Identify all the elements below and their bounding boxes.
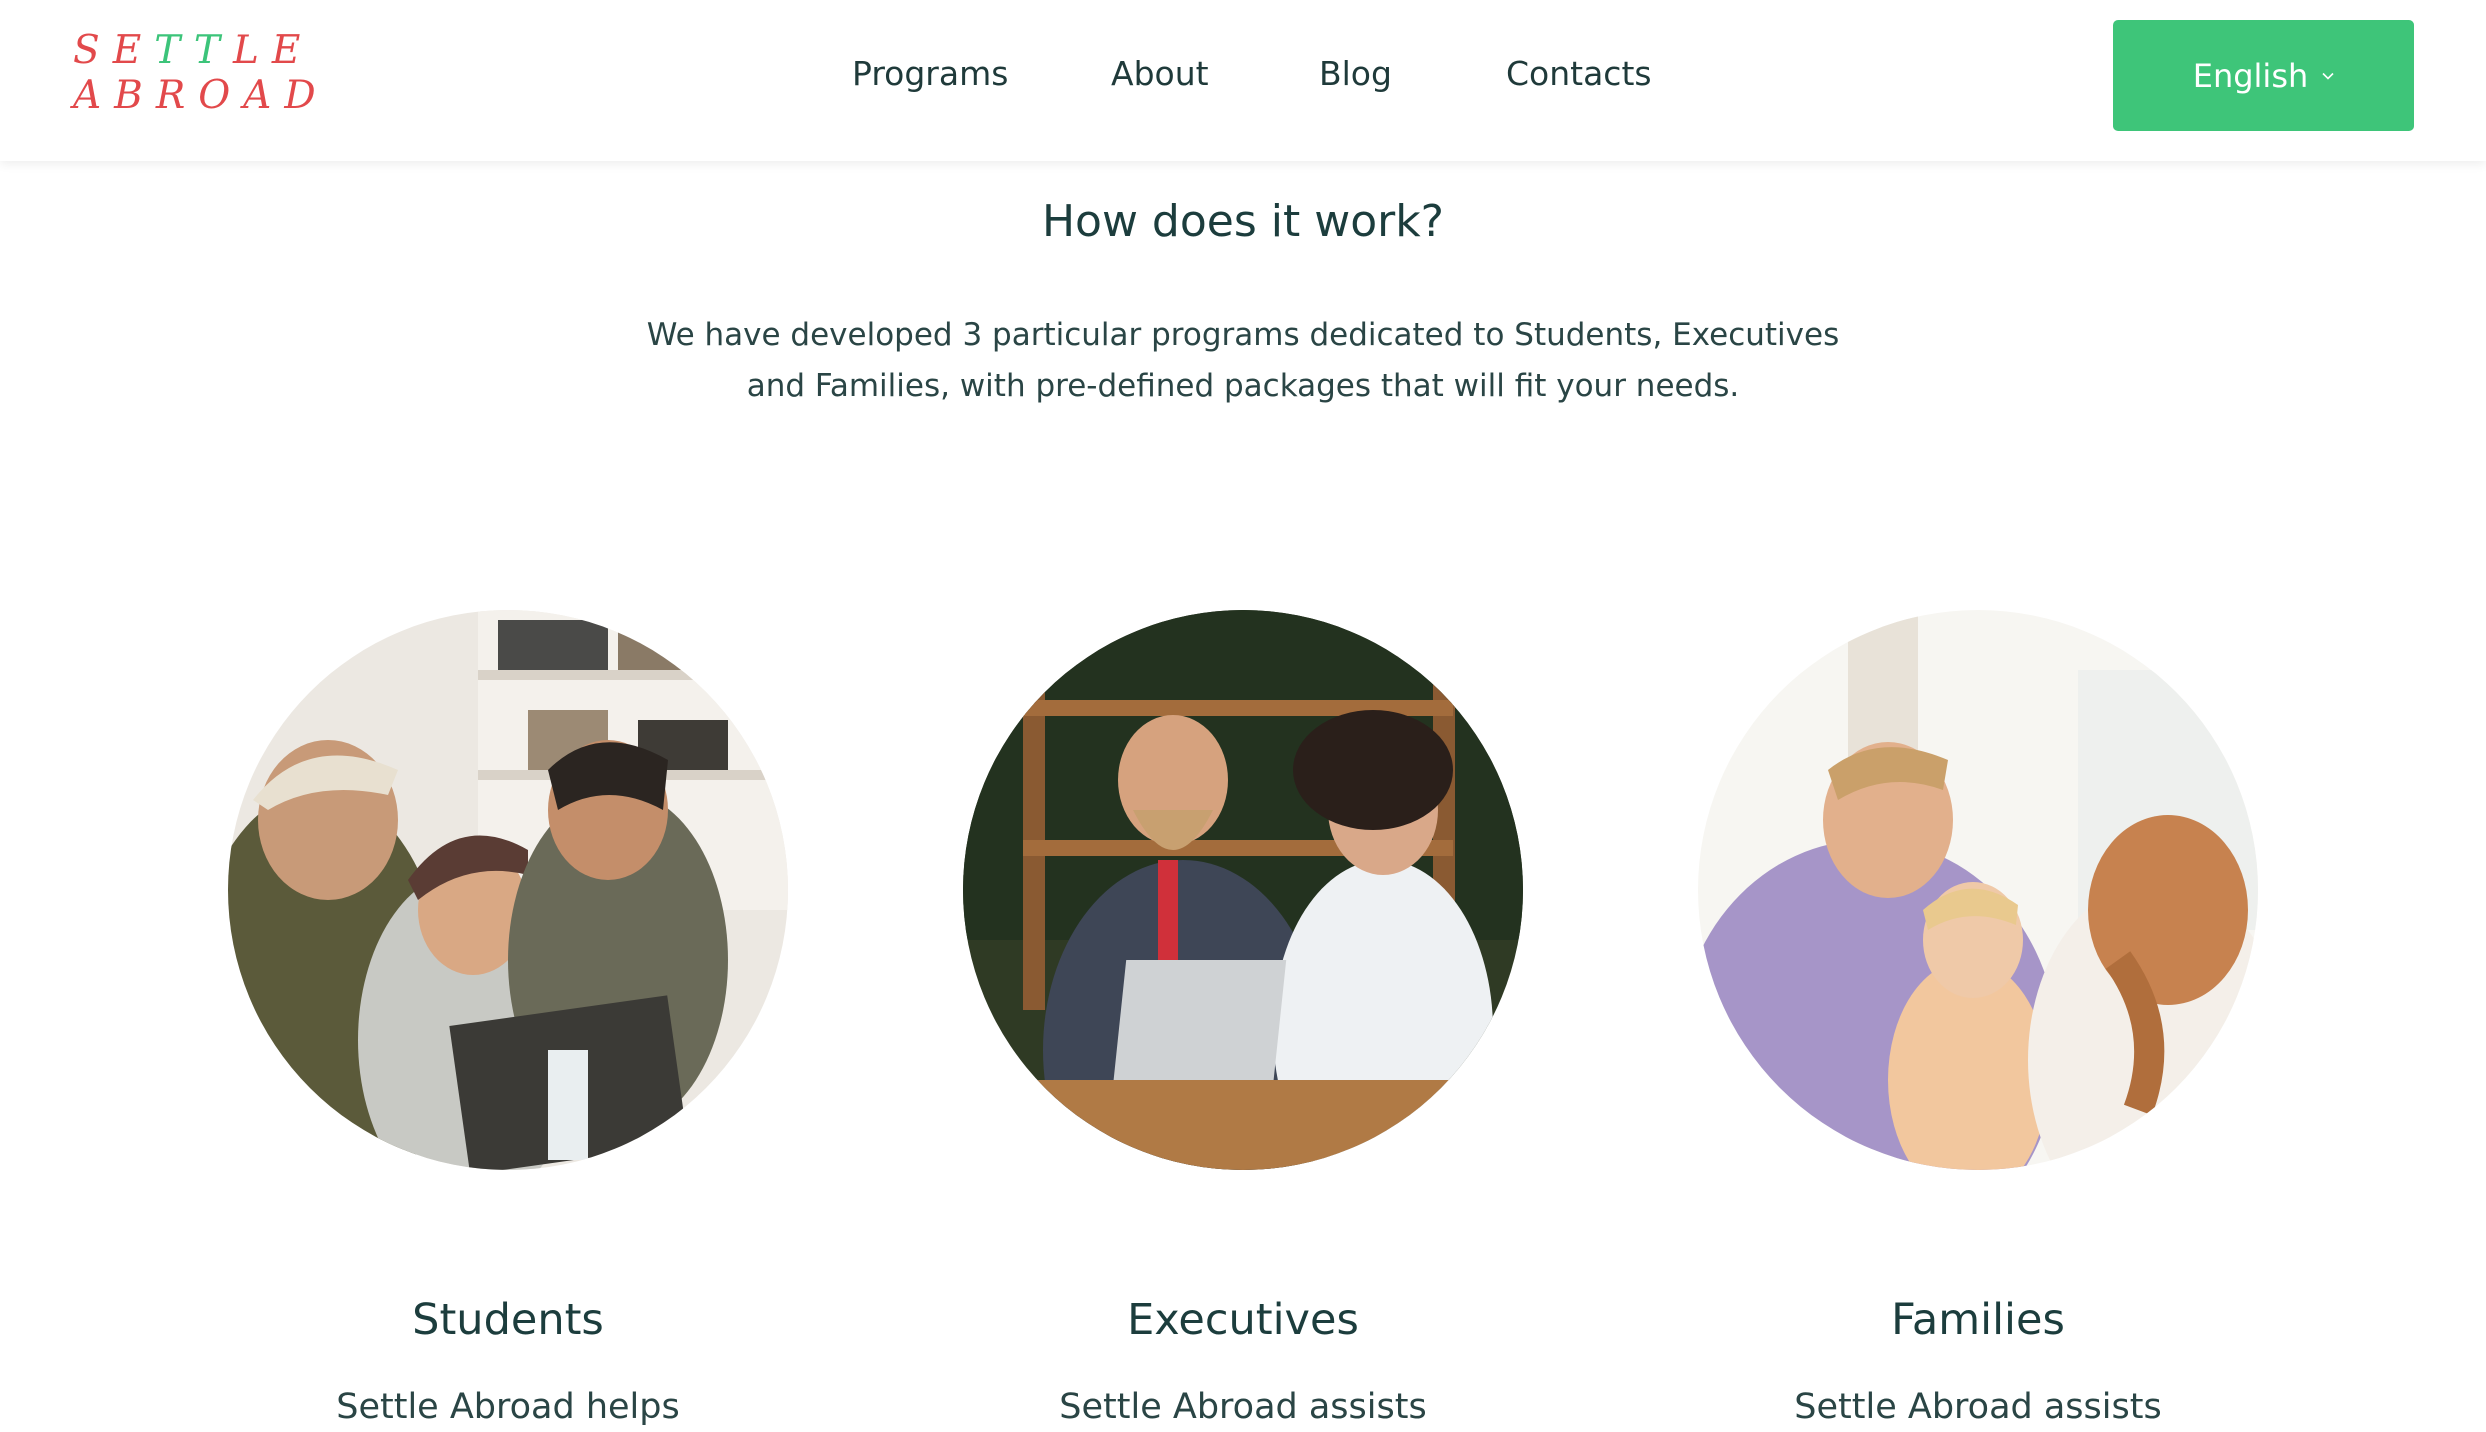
nav-contacts[interactable]: Contacts xyxy=(1506,44,1652,104)
language-select-button[interactable]: English xyxy=(2113,20,2414,131)
program-card-executives: Executives Settle Abroad assists xyxy=(893,610,1593,1432)
program-title: Executives xyxy=(1127,1295,1359,1345)
section-title: How does it work? xyxy=(1041,196,1445,247)
program-title: Students xyxy=(412,1295,604,1345)
chevron-down-icon xyxy=(2322,72,2334,80)
program-title: Families xyxy=(1891,1295,2065,1345)
program-description: Settle Abroad helps xyxy=(336,1387,680,1427)
site-header: SETTLE ABROAD Programs About Blog Contac… xyxy=(0,0,2486,161)
section-intro: We have developed 3 particular programs … xyxy=(646,317,1840,404)
program-card-students: Students Settle Abroad helps xyxy=(158,610,858,1432)
nav-blog[interactable]: Blog xyxy=(1319,44,1392,104)
program-card-families: Families Settle Abroad assists xyxy=(1628,610,2328,1432)
nav-programs[interactable]: Programs xyxy=(852,44,1008,104)
language-label: English xyxy=(2192,56,2309,95)
executives-photo xyxy=(963,610,1523,1170)
students-photo xyxy=(228,610,788,1170)
nav-about[interactable]: About xyxy=(1111,44,1209,104)
program-description: Settle Abroad assists xyxy=(1059,1387,1427,1427)
families-photo xyxy=(1698,610,2258,1170)
program-description: Settle Abroad assists xyxy=(1794,1387,2162,1427)
